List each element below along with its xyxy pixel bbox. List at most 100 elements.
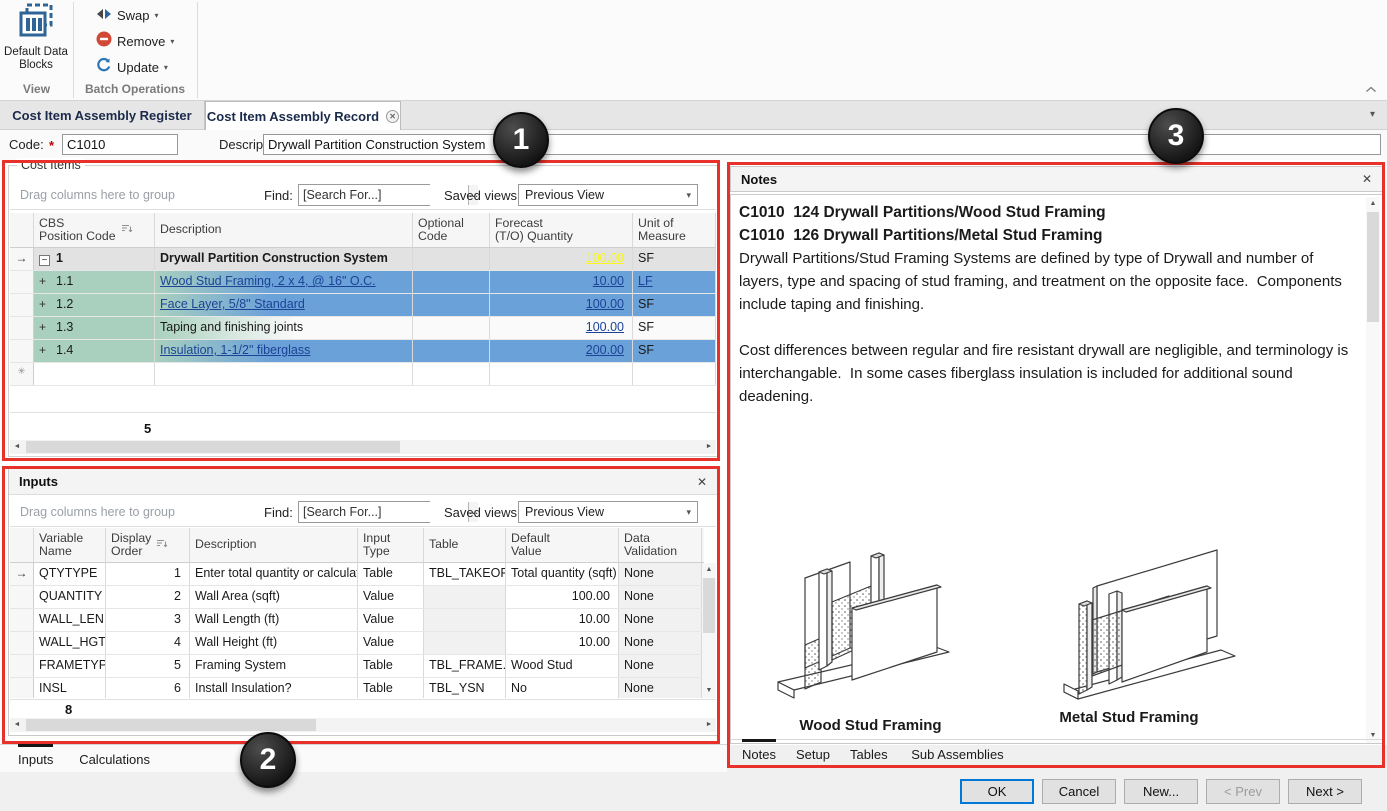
cell-table[interactable]: TBL_TAKEOF... [424, 563, 506, 585]
expand-icon[interactable]: + [39, 343, 50, 357]
column-header[interactable]: VariableName [34, 528, 106, 562]
scroll-right-icon[interactable]: ► [702, 440, 716, 454]
ok-button[interactable]: OK [960, 779, 1034, 804]
next-button[interactable]: Next > [1288, 779, 1362, 804]
swap-button[interactable]: Swap ▾ [92, 4, 163, 27]
cell-unit-of-measure[interactable]: SF [633, 248, 716, 270]
cell-forecast-quantity[interactable]: 100.00 [490, 294, 633, 316]
column-header[interactable]: DataValidation [619, 528, 702, 562]
cell-cbs-position-code[interactable]: +1.3 [34, 317, 155, 339]
tab-list-dropdown-icon[interactable]: ▾ [1370, 109, 1375, 120]
cell-table[interactable] [424, 632, 506, 654]
cost-item-row[interactable]: +1.4 Insulation, 1-1/2" fiberglass 200.00S… [10, 340, 716, 363]
column-header[interactable]: CBSPosition Code [34, 213, 155, 247]
collapse-ribbon-button[interactable] [1365, 80, 1379, 90]
input-variable-row[interactable]: WALL_LEN3Wall Length (ft)Value10.00None [10, 609, 704, 632]
cell-description[interactable]: Wood Stud Framing, 2 x 4, @ 16" O.C. [155, 271, 413, 293]
cell-description[interactable]: Drywall Partition Construction System [155, 248, 413, 270]
cell-input-type[interactable]: Table [358, 678, 424, 698]
cell-optional-code[interactable] [413, 363, 490, 385]
cell-table[interactable]: TBL_FRAME... [424, 655, 506, 677]
saved-views-dropdown[interactable]: Previous View ▾ [518, 184, 698, 206]
cell-optional-code[interactable] [413, 294, 490, 316]
tab-notes[interactable]: Notes [742, 739, 776, 762]
cell-display-order[interactable]: 6 [106, 678, 190, 698]
cancel-button[interactable]: Cancel [1042, 779, 1116, 804]
cell-description[interactable]: Wall Length (ft) [190, 609, 358, 631]
cell-input-type[interactable]: Value [358, 586, 424, 608]
cell-input-type[interactable]: Table [358, 563, 424, 585]
saved-views-dropdown[interactable]: Previous View ▾ [518, 501, 698, 523]
column-header[interactable]: DisplayOrder [106, 528, 190, 562]
input-variable-row[interactable]: INSL6Install Insulation?TableTBL_YSNNoNo… [10, 678, 704, 698]
cell-forecast-quantity[interactable]: 200.00 [490, 340, 633, 362]
cell-cbs-position-code[interactable]: −1 [34, 248, 155, 270]
cell-description[interactable] [155, 363, 413, 385]
cost-item-row[interactable]: ✳ [10, 363, 716, 386]
scroll-left-icon[interactable]: ◄ [10, 440, 24, 454]
cell-data-validation[interactable]: None [619, 655, 702, 677]
cost-item-link[interactable]: Face Layer, 5/8" Standard [160, 297, 305, 311]
cost-item-row[interactable]: +1.2 Face Layer, 5/8" Standard 100.00SF [10, 294, 716, 317]
cell-variable-name[interactable]: WALL_LEN [34, 609, 106, 631]
update-button[interactable]: Update ▾ [92, 56, 172, 79]
input-variable-row[interactable]: QUANTITY2Wall Area (sqft)Value100.00None [10, 586, 704, 609]
cell-variable-name[interactable]: QUANTITY [34, 586, 106, 608]
cell-variable-name[interactable]: FRAMETYPE [34, 655, 106, 677]
cell-data-validation[interactable]: None [619, 563, 702, 585]
collapse-icon[interactable]: − [39, 255, 50, 266]
cell-unit-of-measure[interactable]: SF [633, 317, 716, 339]
code-input[interactable] [62, 134, 178, 155]
cell-variable-name[interactable]: INSL [34, 678, 106, 698]
tab-inputs[interactable]: Inputs [18, 744, 53, 767]
cell-cbs-position-code[interactable]: +1.4 [34, 340, 155, 362]
cell-forecast-quantity[interactable]: 10.00 [490, 271, 633, 293]
scrollbar-thumb[interactable] [703, 578, 715, 633]
scrollbar-thumb[interactable] [26, 441, 400, 453]
column-header[interactable]: DefaultValue [506, 528, 619, 562]
cell-unit-of-measure[interactable]: SF [633, 340, 716, 362]
column-header[interactable]: Description [190, 528, 358, 562]
new-button[interactable]: New... [1124, 779, 1198, 804]
tab-setup[interactable]: Setup [796, 739, 830, 762]
cell-input-type[interactable]: Value [358, 632, 424, 654]
cell-table[interactable] [424, 609, 506, 631]
tab-tables[interactable]: Tables [850, 739, 888, 762]
cell-optional-code[interactable] [413, 317, 490, 339]
scroll-down-icon[interactable]: ▼ [702, 684, 716, 698]
notes-vscrollbar[interactable]: ▲ ▼ [1366, 197, 1380, 743]
cost-item-row[interactable]: +1.3Taping and finishing joints100.00SF [10, 317, 716, 340]
cell-cbs-position-code[interactable]: +1.2 [34, 294, 155, 316]
cell-description[interactable]: Wall Area (sqft) [190, 586, 358, 608]
notes-editor[interactable]: C1010 124 Drywall Partitions/Wood Stud F… [730, 194, 1383, 744]
scroll-right-icon[interactable]: ► [702, 718, 716, 732]
cell-default-value[interactable]: No [506, 678, 619, 698]
close-panel-icon[interactable]: ✕ [1362, 172, 1372, 186]
cell-variable-name[interactable]: WALL_HGT [34, 632, 106, 654]
expand-icon[interactable]: + [39, 297, 50, 311]
cell-description[interactable]: Face Layer, 5/8" Standard [155, 294, 413, 316]
cell-display-order[interactable]: 2 [106, 586, 190, 608]
cell-display-order[interactable]: 4 [106, 632, 190, 654]
column-header[interactable]: Forecast(T/O) Quantity [490, 213, 633, 247]
cell-display-order[interactable]: 1 [106, 563, 190, 585]
input-variable-row[interactable]: FRAMETYPE5Framing SystemTableTBL_FRAME..… [10, 655, 704, 678]
input-variable-row[interactable]: →QTYTYPE1Enter total quantity or calcula… [10, 563, 704, 586]
cell-cbs-position-code[interactable]: +1.1 [34, 271, 155, 293]
cell-description[interactable]: Framing System [190, 655, 358, 677]
cell-unit-of-measure[interactable]: SF [633, 294, 716, 316]
remove-button[interactable]: Remove ▾ [92, 30, 178, 53]
description-input[interactable] [263, 134, 1381, 155]
cell-data-validation[interactable]: None [619, 609, 702, 631]
cell-default-value[interactable]: Total quantity (sqft) [506, 563, 619, 585]
cost-item-row[interactable]: +1.1Wood Stud Framing, 2 x 4, @ 16" O.C.… [10, 271, 716, 294]
close-panel-icon[interactable]: ✕ [697, 475, 707, 489]
scrollbar-thumb[interactable] [26, 719, 316, 731]
cell-unit-of-measure[interactable]: LF [633, 271, 716, 293]
cell-default-value[interactable]: 10.00 [506, 632, 619, 654]
expand-icon[interactable]: + [39, 274, 50, 288]
scroll-left-icon[interactable]: ◄ [10, 718, 24, 732]
cell-input-type[interactable]: Table [358, 655, 424, 677]
cost-item-link[interactable]: Insulation, 1-1/2" fiberglass [160, 343, 310, 357]
cell-default-value[interactable]: Wood Stud [506, 655, 619, 677]
